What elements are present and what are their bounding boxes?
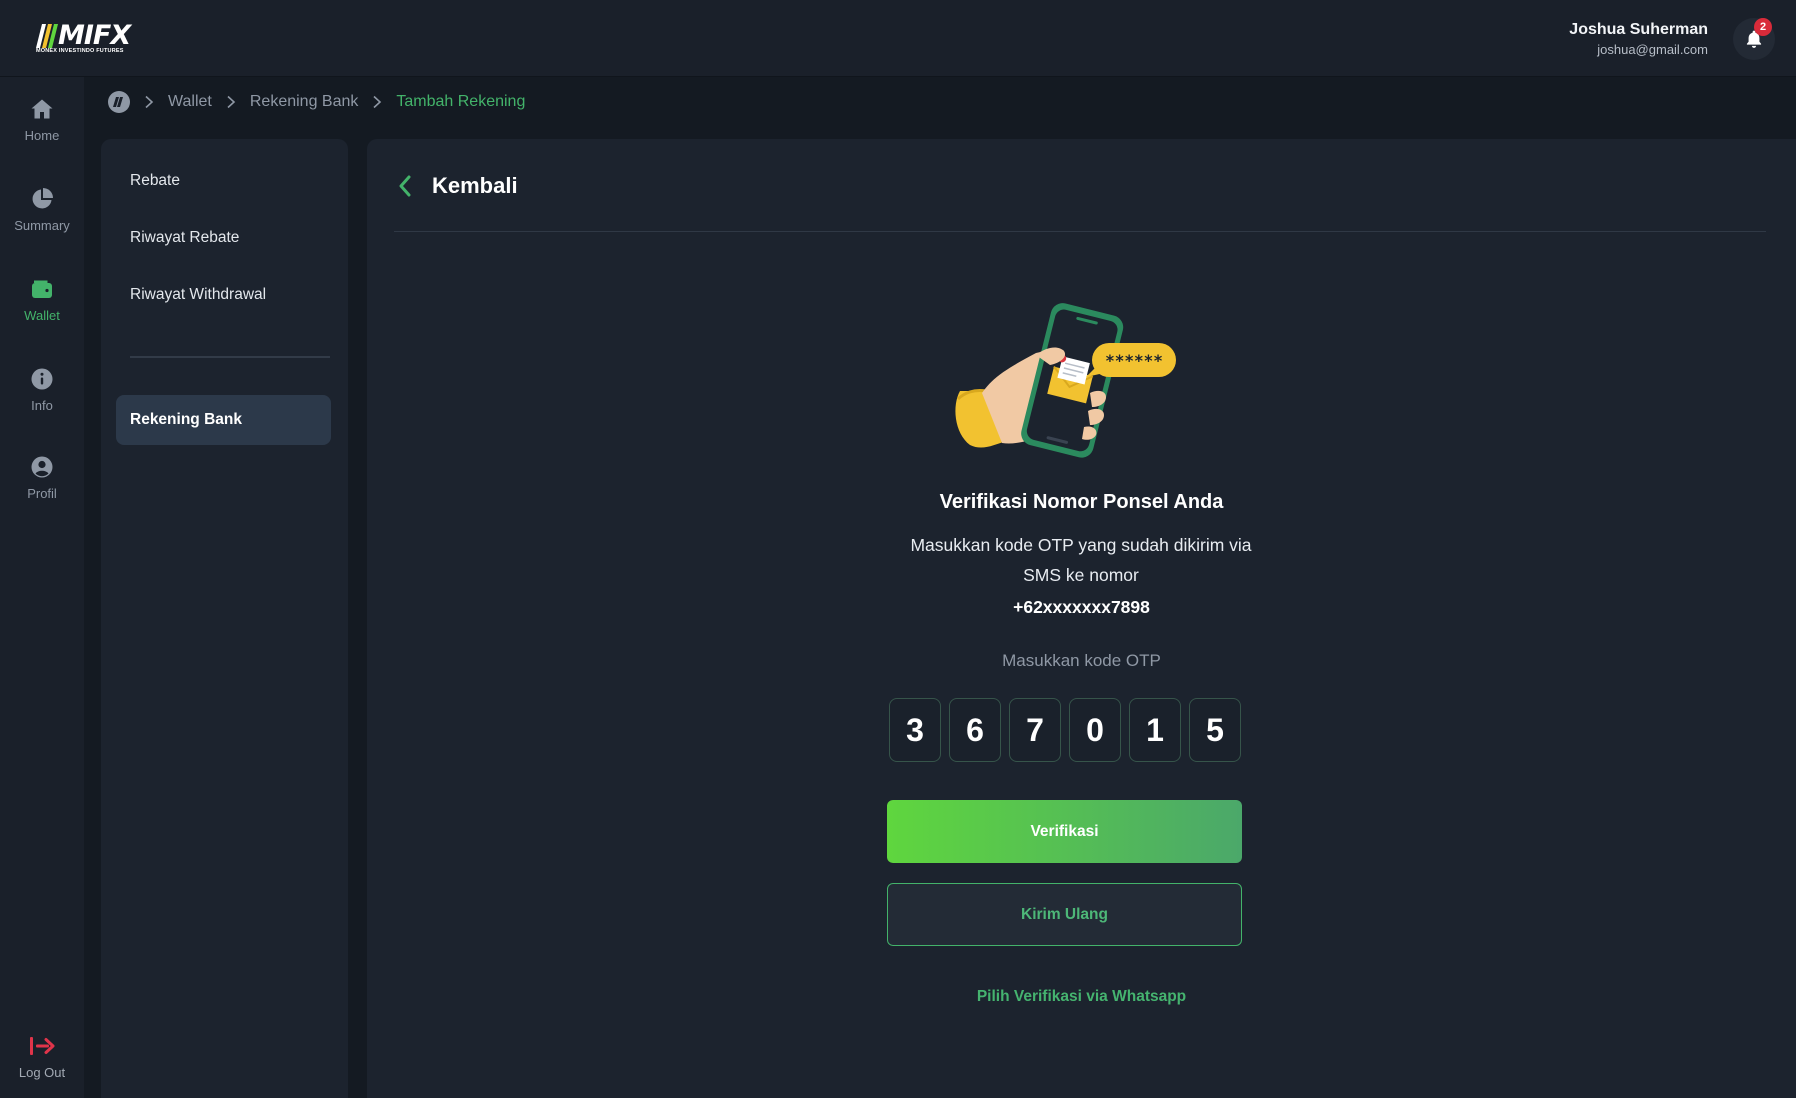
subnav-item-rebate[interactable]: Rebate [130,172,180,190]
top-bar: MIFX MONEX INVESTINDO FUTURES Joshua Suh… [0,0,1796,77]
rail-item-summary[interactable]: Summary [0,186,84,248]
rail-item-profil[interactable]: Profil [0,454,84,516]
rail-label-info: Info [31,398,53,413]
resend-button[interactable]: Kirim Ulang [887,883,1242,946]
notification-badge: 2 [1754,18,1772,36]
chevron-right-icon [144,95,154,109]
rail-item-wallet[interactable]: Wallet [0,276,84,338]
chevron-right-icon [226,95,236,109]
breadcrumb-wallet[interactable]: Wallet [168,93,212,111]
verify-description: Masukkan kode OTP yang sudah dikirim via… [910,535,1252,585]
user-email: joshua@gmail.com [1597,42,1708,57]
phone-number: +62xxxxxxx7898 [1013,597,1150,617]
subnav-divider [130,356,330,358]
logout-icon [29,1033,55,1059]
otp-phone-illustration: ****** [955,303,1176,458]
rail-label-summary: Summary [14,218,70,233]
user-name[interactable]: Joshua Suherman [1569,21,1708,39]
otp-input-group: 3 6 7 0 1 5 [889,698,1241,762]
verify-title: Verifikasi Nomor Ponsel Anda [939,491,1224,513]
otp-digit-input[interactable]: 6 [949,698,1001,762]
otp-digit-input[interactable]: 0 [1069,698,1121,762]
logout-label: Log Out [18,1065,66,1080]
otp-mask-text: ****** [1105,351,1163,370]
subnav-item-riwayat-rebate[interactable]: Riwayat Rebate [130,229,239,247]
rail-item-home[interactable]: Home [0,96,84,158]
breadcrumb: Wallet Rekening Bank Tambah Rekening [108,90,525,114]
back-label: Kembali [432,173,518,198]
otp-label: Masukkan kode OTP [1002,651,1161,670]
subnav-item-rekening-bank[interactable]: Rekening Bank [116,395,331,445]
otp-digit-input[interactable]: 7 [1009,698,1061,762]
rail-item-info[interactable]: Info [0,366,84,428]
user-circle-icon [29,454,55,480]
wallet-subnav: Rebate Riwayat Rebate Riwayat Withdrawal… [101,139,348,1098]
rail-label-home: Home [24,128,60,143]
otp-digit-input[interactable]: 5 [1189,698,1241,762]
rail-label-profil: Profil [27,486,57,501]
otp-digit-input[interactable]: 3 [889,698,941,762]
logo-subtitle: MONEX INVESTINDO FUTURES [36,48,124,54]
logout-button[interactable]: Log Out [0,1033,84,1095]
info-icon [29,366,55,392]
chevron-left-icon [399,175,411,197]
verify-button[interactable]: Verifikasi [887,800,1242,863]
breadcrumb-home-icon[interactable] [108,91,130,113]
whatsapp-verification-link[interactable]: Pilih Verifikasi via Whatsapp [367,988,1796,1006]
breadcrumb-rekening-bank[interactable]: Rekening Bank [250,93,359,111]
header-divider [394,231,1766,232]
left-rail: Home Summary Wallet Info Profil Log Out [0,77,84,1098]
mifx-logo[interactable]: MIFX MONEX INVESTINDO FUTURES [36,22,140,56]
subnav-item-riwayat-withdrawal[interactable]: Riwayat Withdrawal [130,286,266,304]
logo-stripes-icon [36,24,58,48]
rail-label-wallet: Wallet [24,308,60,323]
breadcrumb-current: Tambah Rekening [396,93,526,110]
logo-text: MIFX [58,20,131,51]
otp-digit-input[interactable]: 1 [1129,698,1181,762]
pie-chart-icon [29,186,55,212]
main-panel: Kembali ****** Verifikasi Nomor Ponsel A… [367,139,1796,1098]
back-button[interactable]: Kembali [398,169,518,203]
home-icon [29,96,55,122]
wallet-icon [29,276,55,302]
chevron-right-icon [372,95,382,109]
